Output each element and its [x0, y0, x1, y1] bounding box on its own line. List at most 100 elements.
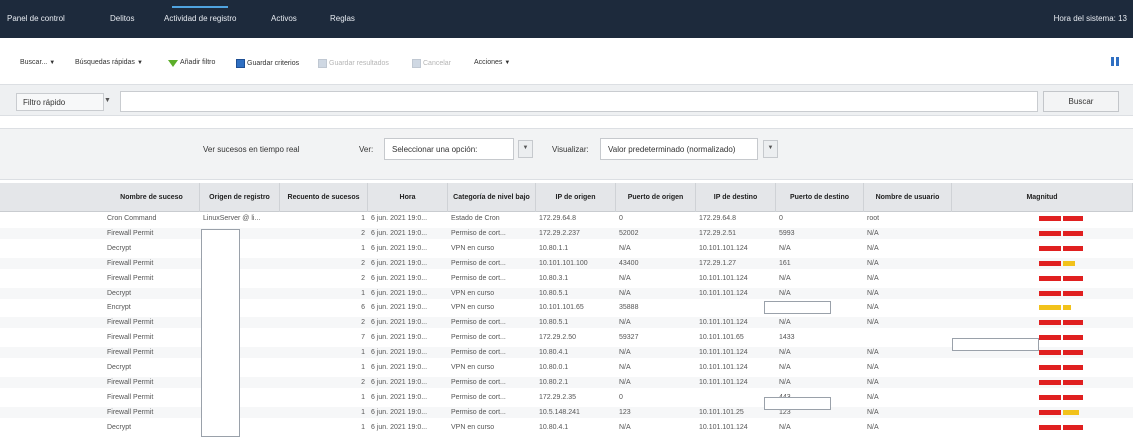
cell-low-level-category: Estado de Cron [451, 215, 500, 222]
pause-icon[interactable] [1111, 57, 1119, 66]
table-row[interactable]: Firewall PermitCheckP...16 jun. 2021 19:… [0, 391, 1133, 403]
table-row[interactable]: DecryptCheckP...16 jun. 2021 19:0...VPN … [0, 362, 1133, 373]
cell-username: N/A [867, 364, 879, 371]
table-row[interactable]: DecryptCheckP...16 jun. 2021 19:0...VPN … [0, 421, 1133, 433]
cell-destination-ip: 172.29.64.8 [699, 215, 736, 222]
cell-low-level-category: Permiso de cort... [451, 393, 506, 401]
search-menu[interactable]: Buscar... ▼ [20, 59, 55, 66]
chevron-down-icon[interactable]: ▼ [518, 140, 533, 158]
chevron-down-icon[interactable]: ▼ [104, 93, 118, 111]
view-select[interactable]: Seleccionar una opción: [384, 138, 514, 160]
cell-low-level-category: Permiso de cort... [451, 229, 506, 237]
cell-source-ip: 10.80.5.1 [539, 289, 569, 297]
cell-destination-port: N/A [779, 349, 791, 357]
cell-event-count: 2 [361, 259, 365, 267]
column-header-magnitude[interactable]: Magnitud [952, 183, 1133, 212]
save-icon [236, 59, 245, 68]
cell-event-name: Firewall Permit [107, 408, 154, 416]
quick-searches-menu[interactable]: Búsquedas rápidas ▼ [75, 59, 143, 66]
cell-username: N/A [867, 259, 879, 267]
cell-event-time: 6 jun. 2021 19:0... [371, 215, 428, 222]
cell-low-level-category: Permiso de cort... [451, 349, 506, 357]
table-row[interactable]: Firewall PermitCheckP...26 jun. 2021 19:… [0, 376, 1133, 388]
column-header-event-name[interactable]: Nombre de suceso [104, 183, 200, 212]
column-header-username[interactable]: Nombre de usuario [864, 183, 952, 212]
cell-destination-port: 5993 [779, 229, 795, 237]
cell-source-ip: 172.29.2.237 [539, 229, 580, 237]
add-filter-button[interactable]: Añadir filtro [168, 59, 215, 67]
cell-event-time: 6 jun. 2021 19:0... [371, 229, 428, 237]
table-row[interactable]: Firewall PermitCheckP...26 jun. 2021 19:… [0, 272, 1133, 284]
cell-event-time: 6 jun. 2021 19:0... [371, 393, 428, 401]
magnitude-bar [1039, 275, 1083, 281]
magnitude-bar [1039, 424, 1083, 430]
cell-destination-port: N/A [779, 289, 791, 297]
cell-source-ip: 10.80.5.1 [539, 319, 569, 327]
cell-source-ip: 10.101.101.65 [539, 304, 584, 312]
cell-source-port: 35888 [619, 304, 639, 312]
cell-event-name: Firewall Permit [107, 319, 154, 327]
table-row[interactable]: Firewall PermitCheckP...26 jun. 2021 19:… [0, 257, 1133, 269]
quick-filter-input[interactable] [120, 91, 1038, 112]
cell-event-count: 1 [361, 215, 365, 222]
tab-dashboard[interactable]: Panel de control [7, 14, 65, 23]
cell-source-ip: 10.80.4.1 [539, 349, 569, 357]
cancel-button[interactable]: Cancelar [412, 59, 451, 68]
column-header-source-port[interactable]: Puerto de origen [616, 183, 696, 212]
save-criteria-label: Guardar criterios [247, 60, 300, 67]
cell-destination-ip: 10.101.101.65 [699, 334, 744, 342]
actions-label: Acciones [474, 59, 503, 66]
magnitude-bar [1039, 365, 1083, 370]
events-table: Nombre de suceso Origen de registro Recuen… [0, 183, 1133, 437]
table-row[interactable]: Firewall PermitCheckP...16 jun. 2021 19:… [0, 406, 1133, 418]
realtime-label[interactable]: Ver sucesos en tiempo real [203, 145, 300, 154]
cell-event-name: Decrypt [107, 364, 132, 371]
table-row[interactable]: EncryptCheckP...66 jun. 2021 19:0...VPN … [0, 302, 1133, 314]
cell-event-name: Decrypt [107, 423, 132, 431]
column-header-destination-ip[interactable]: IP de destino [696, 183, 776, 212]
quick-filter-select[interactable]: Filtro rápido [16, 93, 104, 111]
cell-event-time: 6 jun. 2021 19:0... [371, 408, 428, 416]
table-row[interactable]: DecryptCheckP...16 jun. 2021 19:0...VPN … [0, 242, 1133, 254]
table-row[interactable]: Firewall PermitCheckP...26 jun. 2021 19:… [0, 317, 1133, 329]
cell-username: N/A [867, 289, 879, 297]
column-header-event-time[interactable]: Hora [368, 183, 448, 212]
table-row[interactable]: Firewall PermitCheckP...26 jun. 2021 19:… [0, 227, 1133, 239]
save-criteria-button[interactable]: Guardar criterios [236, 59, 299, 68]
cell-username: N/A [867, 304, 879, 312]
cell-source-port: 0 [619, 393, 623, 401]
tab-rules[interactable]: Reglas [330, 14, 355, 23]
display-select[interactable]: Valor predeterminado (normalizado) [600, 138, 758, 160]
view-options-panel: Ver sucesos en tiempo real Ver: Seleccio… [0, 128, 1133, 180]
cell-low-level-category: VPN en curso [451, 289, 495, 297]
cancel-label: Cancelar [423, 60, 452, 67]
save-results-label: Guardar resultados [329, 60, 389, 67]
cell-event-name: Firewall Permit [107, 274, 154, 282]
column-header-destination-port[interactable]: Puerto de destino [776, 183, 864, 212]
tab-log-activity[interactable]: Actividad de registro [164, 6, 236, 23]
cell-destination-ip: 10.101.101.124 [699, 319, 748, 327]
cell-destination-port: N/A [779, 364, 791, 371]
cell-source-ip: 172.29.2.35 [539, 393, 576, 401]
column-header-source-ip[interactable]: IP de origen [536, 183, 616, 212]
cell-destination-port: N/A [779, 378, 791, 386]
cell-username [867, 332, 949, 343]
redaction-box [764, 301, 831, 314]
chevron-down-icon[interactable]: ▼ [763, 140, 778, 158]
search-button[interactable]: Buscar [1043, 91, 1119, 112]
cell-destination-port: 161 [779, 259, 791, 267]
column-header-log-source[interactable]: Origen de registro [200, 183, 280, 212]
cell-event-time: 6 jun. 2021 19:0... [371, 319, 428, 327]
tab-assets[interactable]: Activos [271, 14, 297, 23]
cell-destination-port: 1433 [779, 334, 795, 342]
save-results-button[interactable]: Guardar resultados [318, 59, 389, 68]
table-row[interactable]: Cron Command LinuxServer @ li... 1 6 jun. 2… [0, 213, 1133, 224]
actions-menu[interactable]: Acciones ▼ [474, 59, 510, 66]
column-header-low-level-category[interactable]: Categoría de nivel bajo [448, 183, 536, 212]
cell-event-count: 2 [361, 274, 365, 282]
column-header-event-count[interactable]: Recuento de sucesos [280, 183, 368, 212]
tab-offenses[interactable]: Delitos [110, 14, 134, 23]
cell-event-time: 6 jun. 2021 19:0... [371, 259, 428, 267]
table-row[interactable]: DecryptCheckP...16 jun. 2021 19:0...VPN … [0, 287, 1133, 299]
cell-event-count: 1 [361, 289, 365, 297]
